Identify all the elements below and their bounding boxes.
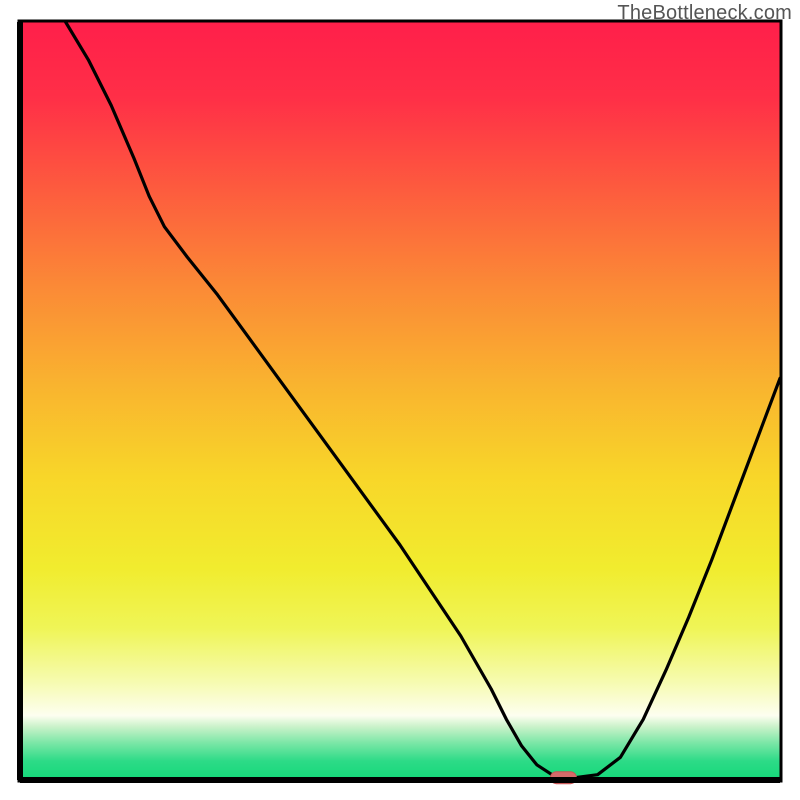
chart-canvas	[0, 0, 800, 800]
bottleneck-chart: TheBottleneck.com	[0, 0, 800, 800]
attribution-label: TheBottleneck.com	[617, 2, 792, 25]
